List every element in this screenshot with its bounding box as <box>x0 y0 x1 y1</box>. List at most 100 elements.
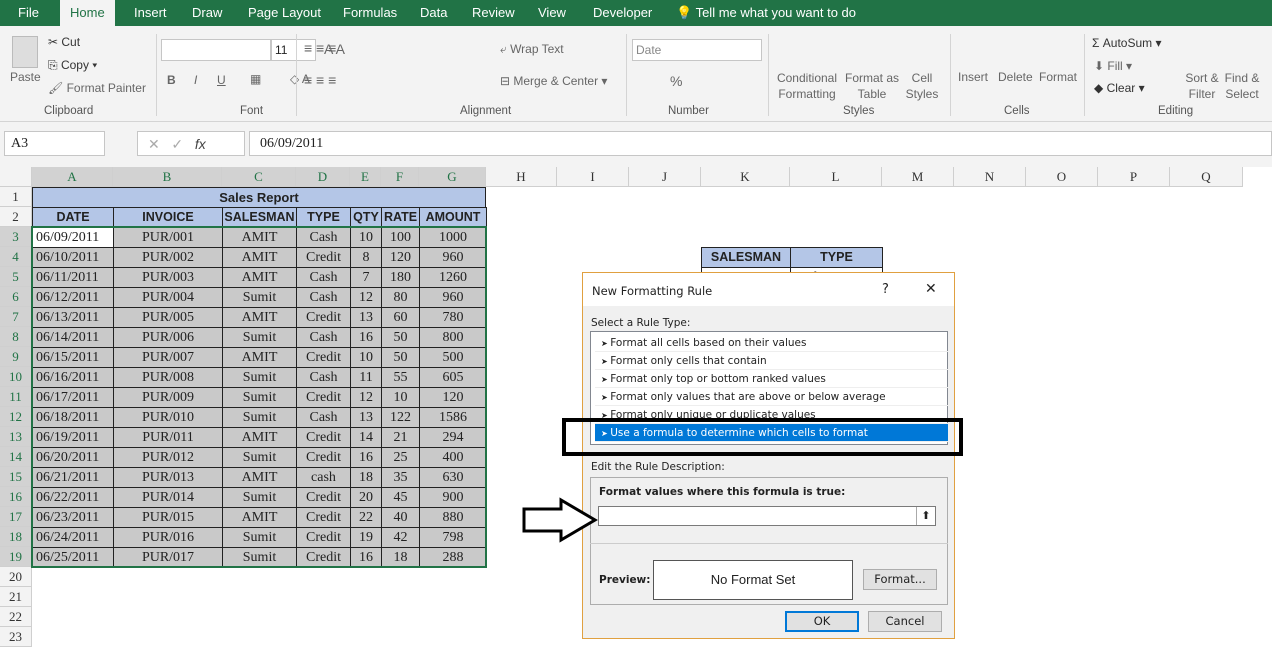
formula-input[interactable]: 06/09/2011 <box>249 131 1272 156</box>
merge-center-button[interactable]: ⊟ Merge & Center ▾ <box>500 74 607 88</box>
tab-draw[interactable]: Draw <box>182 0 232 26</box>
table-header[interactable]: SALESMAN <box>222 207 297 228</box>
tab-developer[interactable]: Developer <box>583 0 662 26</box>
collapse-dialog-icon[interactable]: ⬆ <box>916 507 935 525</box>
percent-button[interactable]: % <box>670 73 682 89</box>
row-header[interactable]: 18 <box>0 527 32 547</box>
column-header[interactable]: D <box>296 167 350 187</box>
column-header[interactable]: C <box>222 167 296 187</box>
format-as-table-button[interactable]: Format as Table <box>842 70 902 102</box>
close-button[interactable]: ✕ <box>925 281 937 297</box>
column-header[interactable]: O <box>1026 167 1098 187</box>
fx-icon[interactable]: fx <box>195 136 206 152</box>
column-header[interactable]: M <box>882 167 954 187</box>
row-header[interactable]: 19 <box>0 547 32 567</box>
table-header[interactable]: AMOUNT <box>419 207 487 228</box>
column-header[interactable]: N <box>954 167 1026 187</box>
row-header[interactable]: 1 <box>0 187 32 207</box>
table-header[interactable]: QTY <box>350 207 382 228</box>
row-header[interactable]: 5 <box>0 267 32 287</box>
column-header[interactable]: J <box>629 167 701 187</box>
row-header[interactable]: 23 <box>0 627 32 647</box>
column-header[interactable]: G <box>419 167 486 187</box>
row-header[interactable]: 11 <box>0 387 32 407</box>
italic-button[interactable]: I <box>194 73 197 87</box>
format-painter-button[interactable]: 🖌 Format Painter <box>48 81 146 95</box>
conditional-formatting-button[interactable]: Conditional Formatting <box>774 70 840 102</box>
row-header[interactable]: 2 <box>0 207 32 227</box>
row-header[interactable]: 12 <box>0 407 32 427</box>
column-header[interactable]: B <box>113 167 222 187</box>
find-select-button[interactable]: Find & Select <box>1222 70 1262 102</box>
row-header[interactable]: 17 <box>0 507 32 527</box>
row-header[interactable]: 16 <box>0 487 32 507</box>
tab-home[interactable]: Home <box>60 0 115 26</box>
tab-review[interactable]: Review <box>462 0 525 26</box>
row-header[interactable]: 20 <box>0 567 32 587</box>
tab-file[interactable]: File <box>8 0 49 26</box>
criteria-header[interactable]: SALESMAN <box>701 247 791 268</box>
table-header[interactable]: TYPE <box>296 207 351 228</box>
column-header[interactable]: F <box>381 167 419 187</box>
border-icon[interactable]: ▦ <box>250 72 261 86</box>
help-button[interactable]: ? <box>882 282 889 297</box>
rule-item[interactable]: ➤ Format only top or bottom ranked value… <box>595 370 948 388</box>
column-header[interactable]: I <box>557 167 629 187</box>
row-header[interactable]: 7 <box>0 307 32 327</box>
row-header[interactable]: 22 <box>0 607 32 627</box>
tab-formulas[interactable]: Formulas <box>333 0 407 26</box>
rule-item[interactable]: ➤ Format all cells based on their values <box>595 334 948 352</box>
cancel-button[interactable]: Cancel <box>868 611 942 632</box>
tell-me-search[interactable]: 💡 Tell me what you want to do <box>676 0 856 26</box>
underline-button[interactable]: U <box>217 73 226 87</box>
cut-button[interactable]: ✂ Cut <box>48 35 80 49</box>
rule-item[interactable]: ➤ Format only cells that contain <box>595 352 948 370</box>
tab-data[interactable]: Data <box>410 0 457 26</box>
row-header[interactable]: 4 <box>0 247 32 267</box>
row-header[interactable]: 9 <box>0 347 32 367</box>
row-header[interactable]: 21 <box>0 587 32 607</box>
rule-item[interactable]: ➤ Format only values that are above or b… <box>595 388 948 406</box>
name-box[interactable]: A3 <box>4 131 105 156</box>
table-header[interactable]: RATE <box>381 207 420 228</box>
insert-cells-button[interactable]: Insert <box>958 70 988 84</box>
row-header[interactable]: 14 <box>0 447 32 467</box>
delete-cells-button[interactable]: Delete <box>998 70 1033 84</box>
column-header[interactable]: Q <box>1170 167 1243 187</box>
ok-button[interactable]: OK <box>785 611 859 632</box>
formula-field[interactable] <box>598 506 936 526</box>
format-button[interactable]: Format... <box>863 569 937 590</box>
tab-view[interactable]: View <box>528 0 576 26</box>
bold-button[interactable]: B <box>167 73 176 87</box>
table-header[interactable]: INVOICE <box>113 207 223 228</box>
sales-report-title[interactable]: Sales Report <box>32 187 486 208</box>
fill-button[interactable]: ⬇ Fill ▾ <box>1094 59 1132 73</box>
column-header[interactable]: L <box>790 167 882 187</box>
row-header[interactable]: 8 <box>0 327 32 347</box>
paste-button[interactable]: Paste <box>10 70 41 84</box>
select-all-corner[interactable] <box>0 167 32 187</box>
row-header[interactable]: 3 <box>0 227 32 247</box>
column-header[interactable]: H <box>486 167 557 187</box>
tab-page-layout[interactable]: Page Layout <box>238 0 331 26</box>
cell-styles-button[interactable]: Cell Styles <box>900 70 944 102</box>
tab-insert[interactable]: Insert <box>124 0 177 26</box>
row-header[interactable]: 13 <box>0 427 32 447</box>
table-header[interactable]: DATE <box>32 207 114 228</box>
vertical-align-icons[interactable]: ≡ ≡ ≡ <box>304 40 336 56</box>
column-header[interactable]: E <box>350 167 381 187</box>
row-header[interactable]: 10 <box>0 367 32 387</box>
number-format-select[interactable]: Date <box>632 39 762 61</box>
clear-button[interactable]: ◆ Clear ▾ <box>1094 81 1145 95</box>
criteria-header[interactable]: TYPE <box>790 247 883 268</box>
row-header[interactable]: 15 <box>0 467 32 487</box>
column-header[interactable]: P <box>1098 167 1170 187</box>
wrap-text-button[interactable]: ⤶ Wrap Text <box>500 42 564 57</box>
copy-button[interactable]: ⎘ Copy ▾ <box>48 58 97 73</box>
format-cells-button[interactable]: Format <box>1039 70 1077 84</box>
row-header[interactable]: 6 <box>0 287 32 307</box>
column-header[interactable]: A <box>32 167 113 187</box>
font-name-select[interactable] <box>161 39 271 61</box>
horizontal-align-icons[interactable]: ≡ ≡ ≡ <box>304 72 336 88</box>
column-header[interactable]: K <box>701 167 790 187</box>
